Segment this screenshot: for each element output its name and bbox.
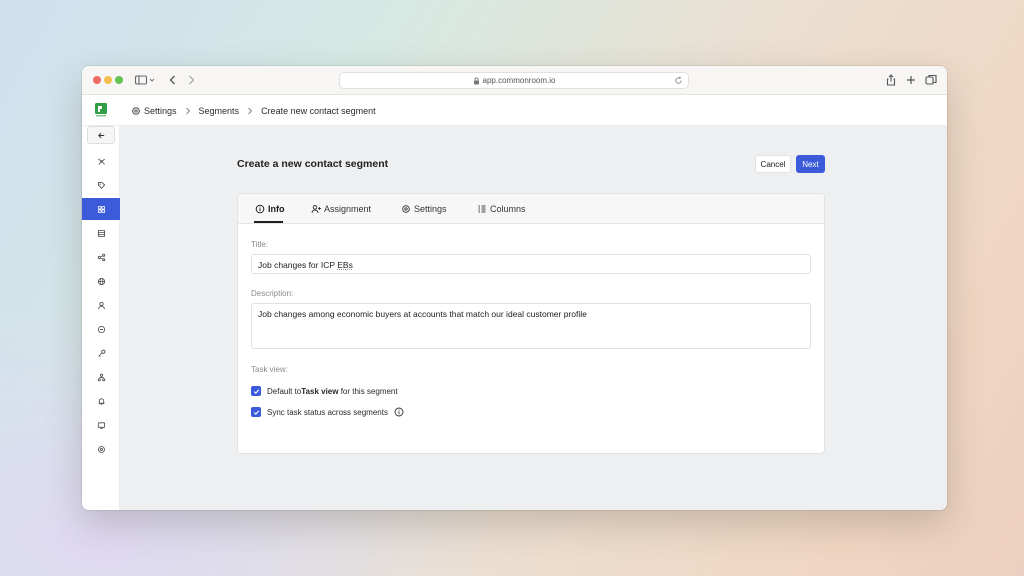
tab-assignment[interactable]: Assignment <box>311 194 371 224</box>
tab-info[interactable]: Info <box>255 194 285 224</box>
columns-icon <box>478 205 486 213</box>
sync-task-status-checkbox[interactable] <box>251 407 261 417</box>
info-icon <box>255 204 265 214</box>
lock-icon <box>473 77 479 84</box>
sidebar-item-activity-feed[interactable] <box>82 318 120 340</box>
share-icon[interactable] <box>884 73 898 87</box>
description-label: Description: <box>251 289 294 298</box>
checkbox1-prefix: Default to <box>267 386 302 396</box>
page-title: Create a new contact segment <box>237 158 389 170</box>
tabs-overview-icon[interactable] <box>924 73 938 87</box>
task-view-label: Task view: <box>251 365 288 374</box>
default-task-view-checkbox[interactable] <box>251 386 261 396</box>
user-plus-icon <box>311 205 321 214</box>
checkmark-icon <box>253 409 259 415</box>
sidebar-back-button[interactable] <box>87 126 115 144</box>
gear-icon <box>97 445 105 453</box>
sidebar-item-activity[interactable] <box>82 150 120 172</box>
active-tab-indicator <box>254 221 283 223</box>
user-icon <box>97 301 105 309</box>
checkbox2-label: Sync task status across segments <box>267 407 388 417</box>
sidebar-item-organizations[interactable] <box>82 270 120 292</box>
globe-icon <box>97 277 105 285</box>
info-icon[interactable] <box>394 407 404 417</box>
circle-dash-icon <box>97 325 105 333</box>
gear-icon <box>132 106 140 115</box>
tab-settings-label: Settings <box>414 204 447 214</box>
breadcrumb-segments[interactable]: Segments <box>199 106 240 116</box>
checkmark-icon <box>253 388 259 394</box>
hierarchy-icon <box>97 373 105 381</box>
checkbox1-suffix: for this segment <box>338 386 398 396</box>
reload-icon[interactable] <box>674 76 683 85</box>
browser-titlebar: app.commonroom.io <box>82 66 947 95</box>
maximize-window-button[interactable] <box>115 76 123 84</box>
sidebar-item-segments[interactable] <box>82 198 120 220</box>
default-task-view-option: Default to Task view for this segment <box>251 386 398 396</box>
sidebar-item-display[interactable] <box>82 414 120 436</box>
forward-icon[interactable] <box>184 73 198 87</box>
breadcrumb-settings[interactable]: Settings <box>144 106 177 116</box>
description-textarea[interactable]: Job changes among economic buyers at acc… <box>251 303 811 349</box>
share-nodes-icon <box>97 253 105 261</box>
url-text: app.commonroom.io <box>482 76 556 85</box>
tab-columns-label: Columns <box>490 204 526 214</box>
tag-icon <box>97 181 105 189</box>
checkbox1-bold: Task view <box>301 386 339 396</box>
tab-bar: Info Assignment Settings Columns <box>238 194 824 224</box>
segments-icon <box>97 205 105 213</box>
title-value-underlined: EBs <box>337 260 353 270</box>
key-icon <box>97 349 105 357</box>
sidebar-item-settings[interactable] <box>82 438 120 460</box>
sidebar-item-integrations[interactable] <box>82 342 120 364</box>
breadcrumb: Settings Segments Create new contact seg… <box>131 95 376 126</box>
segment-form-card: Info Assignment Settings Columns Title: <box>237 193 825 454</box>
monitor-icon <box>97 421 105 429</box>
table-icon <box>97 229 105 237</box>
arrow-left-icon <box>97 132 104 138</box>
sidebar-item-tags[interactable] <box>82 174 120 196</box>
tab-info-label: Info <box>268 204 285 214</box>
cancel-button[interactable]: Cancel <box>755 155 791 173</box>
sync-task-status-option: Sync task status across segments <box>251 407 404 417</box>
app-header: Settings Segments Create new contact seg… <box>82 95 947 126</box>
title-input[interactable]: Job changes for ICP EBs <box>251 254 811 274</box>
back-icon[interactable] <box>166 73 180 87</box>
chevron-down-icon[interactable] <box>148 73 156 87</box>
chevron-right-icon <box>248 107 253 114</box>
title-label: Title: <box>251 240 269 249</box>
minimize-window-button[interactable] <box>104 76 112 84</box>
title-value-prefix: Job changes for ICP <box>258 260 338 270</box>
sidebar <box>82 126 120 510</box>
tab-assignment-label: Assignment <box>324 204 372 214</box>
sidebar-item-teams[interactable] <box>82 366 120 388</box>
breadcrumb-current: Create new contact segment <box>261 105 376 116</box>
tab-settings[interactable]: Settings <box>401 194 447 224</box>
network-icon <box>97 157 105 165</box>
main-content: Create a new contact segment Cancel Next… <box>120 126 947 510</box>
tab-columns[interactable]: Columns <box>477 194 526 224</box>
new-tab-icon[interactable] <box>904 73 918 87</box>
browser-window: app.commonroom.io Settings Segments Crea… <box>82 66 947 510</box>
gear-icon <box>402 205 410 213</box>
sidebar-item-table[interactable] <box>82 222 120 244</box>
chevron-right-icon <box>185 107 190 114</box>
url-bar[interactable]: app.commonroom.io <box>339 72 689 89</box>
close-window-button[interactable] <box>93 76 101 84</box>
bell-icon <box>98 397 104 405</box>
sidebar-item-members[interactable] <box>82 294 120 316</box>
sidebar-toggle-icon[interactable] <box>134 73 148 87</box>
sidebar-item-notifications[interactable] <box>82 390 120 412</box>
sidebar-item-workflows[interactable] <box>82 246 120 268</box>
next-button[interactable]: Next <box>796 155 825 173</box>
common-room-logo-icon[interactable] <box>95 103 107 117</box>
